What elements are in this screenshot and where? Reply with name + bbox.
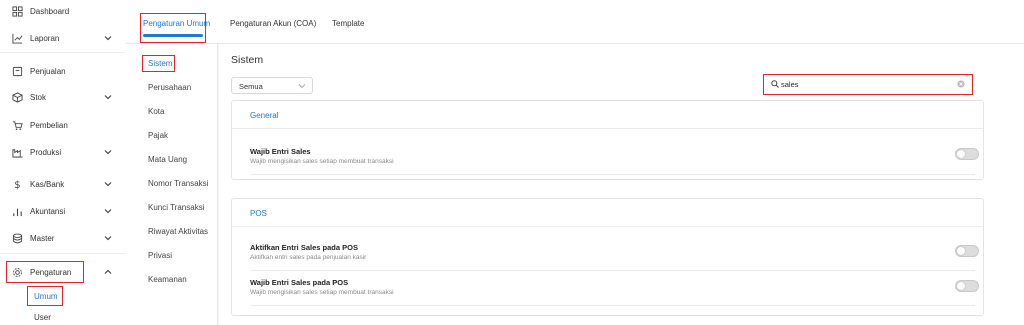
sidebar-item-laporan[interactable]: Laporan: [0, 28, 126, 48]
gear-icon: [11, 266, 23, 278]
sidebar-item-label: Laporan: [30, 34, 60, 43]
sidebar-item-produksi[interactable]: Produksi: [0, 142, 126, 162]
section-card-general: General Wajib Entri Sales Wajib mengisik…: [231, 100, 984, 180]
sidebar-item-label: Stok: [30, 93, 47, 102]
subnav-item-mata-uang[interactable]: Mata Uang: [148, 155, 187, 164]
section-heading: General: [250, 111, 279, 120]
highlight-tab-pengaturan-umum: [140, 13, 206, 43]
tab-bar: Pengaturan Umum Pengaturan Akun (COA) Te…: [126, 0, 1024, 44]
settings-content: Sistem Semua sales General Wajib Entri S…: [219, 44, 1024, 325]
dashboard-icon: [11, 5, 23, 17]
search-value: sales: [781, 80, 799, 89]
sidebar-item-label: Master: [30, 234, 55, 243]
clear-icon[interactable]: [957, 80, 965, 88]
chevron-down-icon: [104, 34, 112, 42]
search-icon: [771, 80, 779, 88]
cart-icon: [11, 119, 23, 131]
search-input[interactable]: sales: [763, 74, 973, 95]
section-heading: POS: [250, 209, 267, 218]
svg-text:$: $: [14, 180, 20, 190]
tab-template[interactable]: Template: [332, 19, 364, 28]
filter-value: Semua: [239, 82, 263, 91]
sidebar-item-pengaturan[interactable]: Pengaturan: [0, 262, 126, 282]
sidebar-item-label: Akuntansi: [30, 207, 66, 216]
sidebar-subitem-umum[interactable]: Umum: [34, 292, 58, 301]
toggle-knob: [957, 282, 965, 290]
setting-title: Wajib Entri Sales: [250, 147, 311, 156]
sidebar-item-label: Penjualan: [30, 67, 66, 76]
subnav-item-sistem[interactable]: Sistem: [148, 59, 172, 68]
setting-row: Wajib Entri Sales Wajib mengisikan sales…: [250, 145, 975, 175]
chevron-down-icon: [104, 180, 112, 188]
divider: [0, 52, 126, 53]
chevron-down-icon: [104, 234, 112, 242]
subnav-item-riwayat-aktivitas[interactable]: Riwayat Aktivitas: [148, 227, 208, 236]
subnav-item-kota[interactable]: Kota: [148, 107, 164, 116]
section-card-pos: POS Aktifkan Entri Sales pada POS Aktifk…: [231, 198, 984, 316]
sidebar-item-master[interactable]: Master: [0, 228, 126, 248]
sidebar: Dashboard Laporan Penjualan Stok Pembeli…: [0, 0, 126, 325]
setting-description: Wajib mengisikan sales setiap membuat tr…: [250, 158, 394, 165]
sidebar-item-akuntansi[interactable]: Akuntansi: [0, 201, 126, 221]
sidebar-subitem-user[interactable]: User: [34, 313, 51, 322]
subnav-item-keamanan[interactable]: Keamanan: [148, 275, 187, 284]
database-icon: [11, 232, 23, 244]
section-header: POS: [232, 199, 983, 227]
subnav-item-kunci-transaksi[interactable]: Kunci Transaksi: [148, 203, 204, 212]
setting-title: Aktifkan Entri Sales pada POS: [250, 243, 358, 252]
toggle-switch[interactable]: [955, 245, 979, 257]
main-area: Pengaturan Umum Pengaturan Akun (COA) Te…: [126, 0, 1024, 325]
chevron-down-icon: [298, 82, 306, 90]
section-header: General: [232, 101, 983, 129]
chevron-up-icon: [104, 268, 112, 276]
page-title: Sistem: [231, 54, 264, 66]
subnav-item-pajak[interactable]: Pajak: [148, 131, 168, 140]
setting-title: Wajib Entri Sales pada POS: [250, 278, 349, 287]
setting-row: Wajib Entri Sales pada POS Wajib mengisi…: [250, 276, 975, 306]
subnav-item-perusahaan[interactable]: Perusahaan: [148, 83, 191, 92]
toggle-knob: [957, 150, 965, 158]
toggle-knob: [957, 247, 965, 255]
chevron-down-icon: [104, 148, 112, 156]
sidebar-item-penjualan[interactable]: Penjualan: [0, 61, 126, 81]
setting-row: Aktifkan Entri Sales pada POS Aktifkan e…: [250, 241, 975, 271]
chevron-down-icon: [104, 93, 112, 101]
divider: [0, 253, 126, 254]
subnav-item-privasi[interactable]: Privasi: [148, 251, 172, 260]
sidebar-item-dashboard[interactable]: Dashboard: [0, 1, 126, 21]
dollar-icon: $: [11, 178, 23, 190]
sidebar-item-label: Pembelian: [30, 121, 68, 130]
sidebar-item-stok[interactable]: Stok: [0, 87, 126, 107]
settings-subnav: Sistem Perusahaan Kota Pajak Mata Uang N…: [126, 44, 218, 325]
toggle-switch[interactable]: [955, 148, 979, 160]
box-icon: [11, 91, 23, 103]
filter-dropdown[interactable]: Semua: [231, 77, 313, 94]
tab-pengaturan-akun[interactable]: Pengaturan Akun (COA): [230, 19, 316, 28]
subnav-item-nomor-transaksi[interactable]: Nomor Transaksi: [148, 179, 208, 188]
sidebar-item-label: Dashboard: [30, 7, 70, 16]
chevron-down-icon: [104, 207, 112, 215]
factory-icon: [11, 146, 23, 158]
active-tab-indicator: [143, 34, 203, 37]
sidebar-item-label: Pengaturan: [30, 268, 72, 277]
setting-description: Wajib mengisikan sales setiap membuat tr…: [250, 289, 394, 296]
toggle-switch[interactable]: [955, 280, 979, 292]
sidebar-item-label: Kas/Bank: [30, 180, 65, 189]
sidebar-item-label: Produksi: [30, 148, 62, 157]
setting-description: Aktifkan entri sales pada penjualan kasi…: [250, 254, 367, 261]
sidebar-item-kas-bank[interactable]: $ Kas/Bank: [0, 174, 126, 194]
chart-line-icon: [11, 32, 23, 44]
sidebar-item-pembelian[interactable]: Pembelian: [0, 115, 126, 135]
tab-pengaturan-umum[interactable]: Pengaturan Umum: [143, 19, 210, 28]
bar-chart-icon: [11, 205, 23, 217]
invoice-icon: [11, 65, 23, 77]
